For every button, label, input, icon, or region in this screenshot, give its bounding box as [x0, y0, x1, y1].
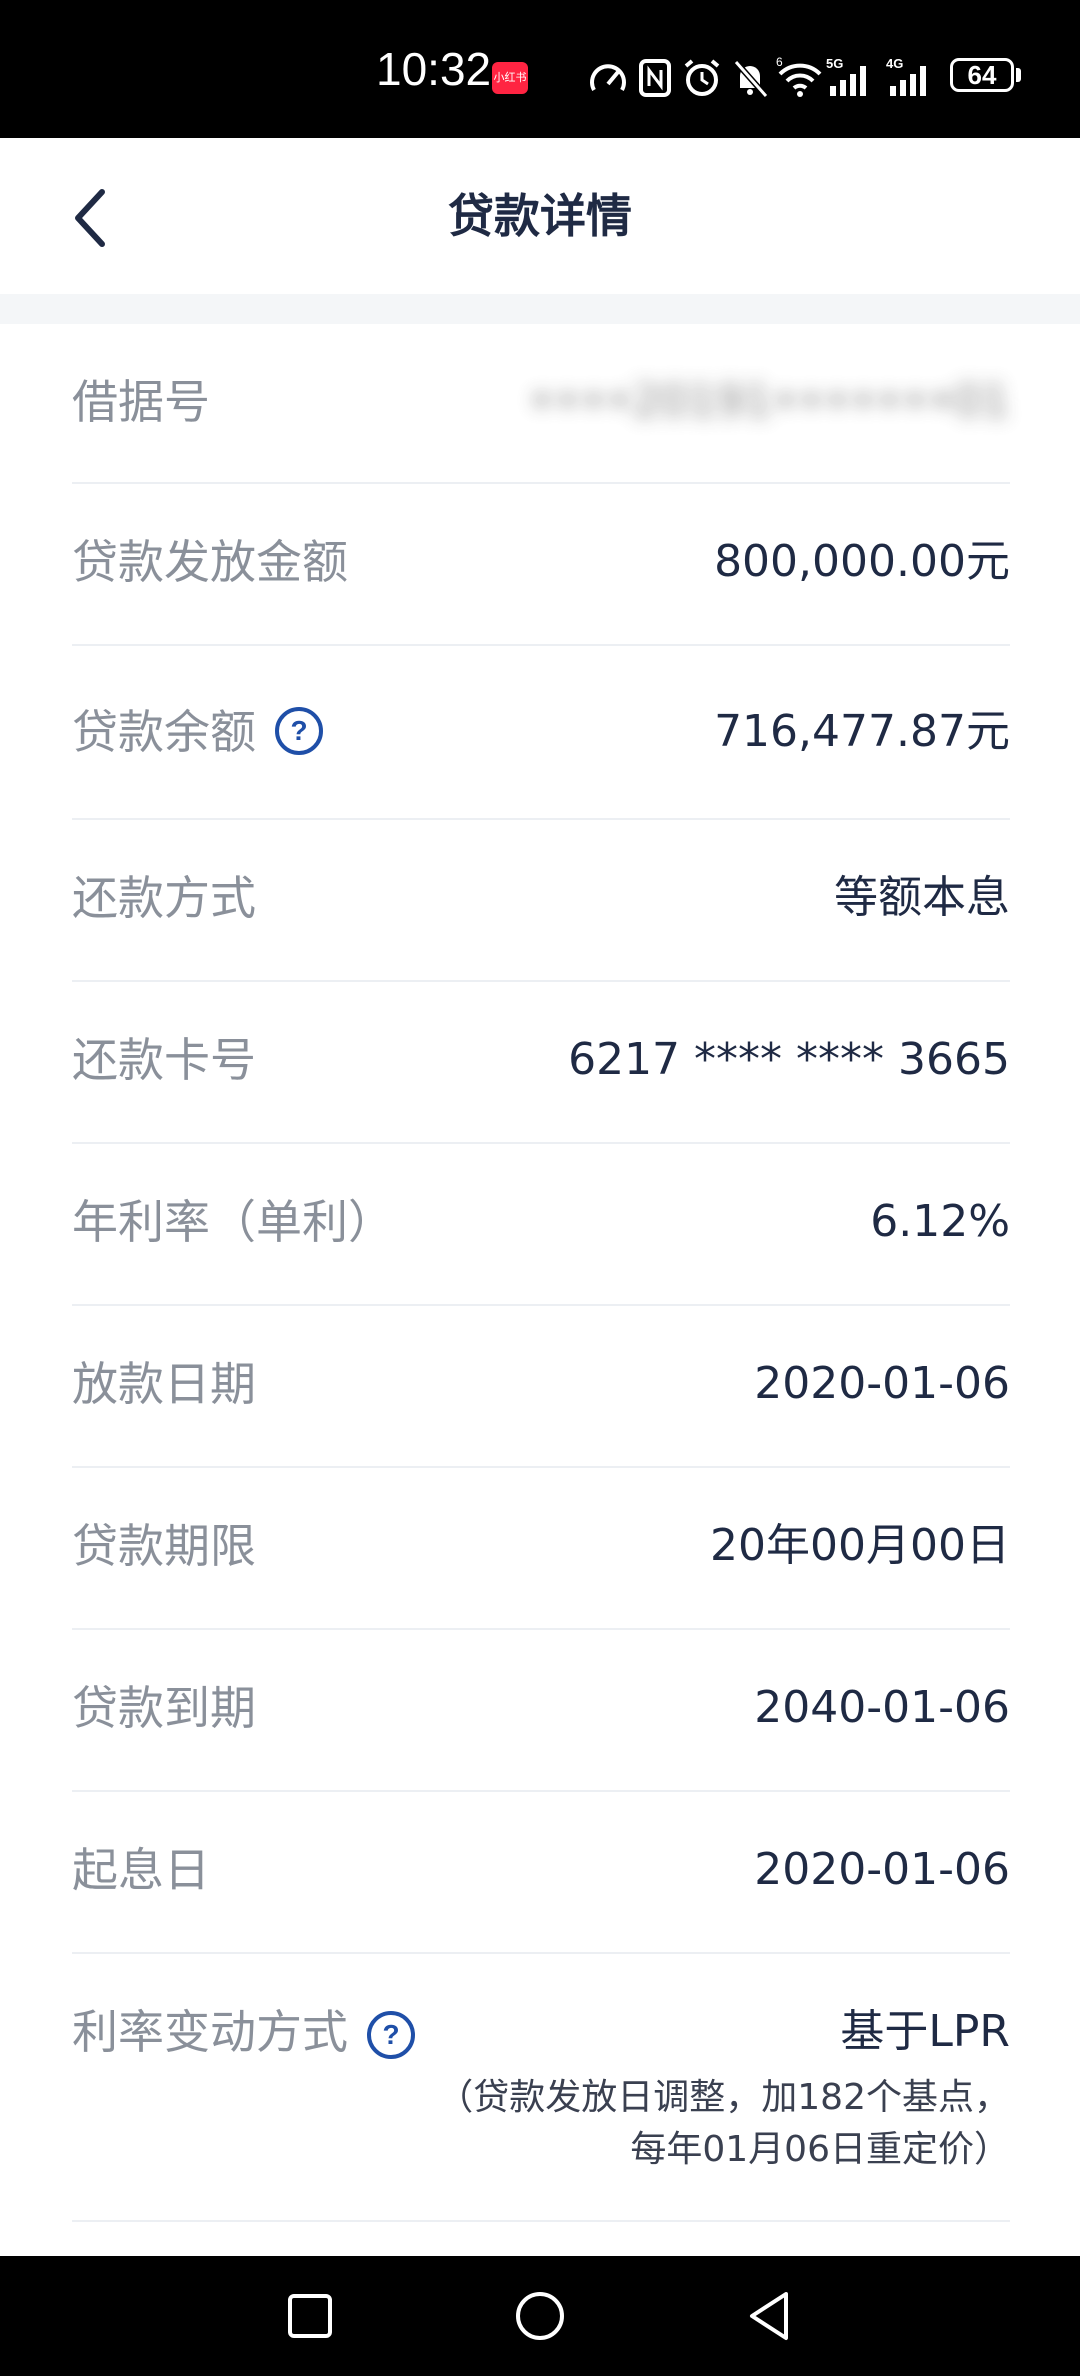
loan-number-value: ••••20191•••••••01: [528, 376, 1010, 427]
loan-balance-value: 716,477.87元: [714, 706, 1010, 757]
signal-4g-icon: 4G: [886, 56, 926, 96]
interest-start-date-value: 2020-01-06: [754, 1844, 1010, 1895]
row-label: 放款日期: [72, 1357, 256, 1411]
row-label: 贷款期限: [72, 1519, 256, 1573]
row-rate-change-method: 利率变动方式 ? 基于LPR （贷款发放日调整，加182个基点， 每年01月06…: [72, 1954, 1010, 2222]
row-repayment-method: 还款方式 等额本息: [72, 820, 1010, 982]
maturity-date-value: 2040-01-06: [754, 1682, 1010, 1733]
header-divider: [0, 294, 1080, 324]
help-icon[interactable]: ?: [366, 2010, 416, 2060]
row-label: 还款卡号: [72, 1033, 256, 1087]
repayment-card-value: 6217 **** **** 3665: [568, 1034, 1010, 1085]
row-disbursed-amount: 贷款发放金额 800,000.00元: [72, 484, 1010, 646]
recent-apps-icon[interactable]: [286, 2292, 334, 2340]
row-maturity-date: 贷款到期 2040-01-06: [72, 1630, 1010, 1792]
svg-text:?: ?: [382, 2019, 399, 2050]
row-label: 贷款发放金额: [72, 535, 348, 589]
app-badge-icon: 小红书: [492, 62, 528, 94]
row-label: 年利率（单利）: [72, 1195, 394, 1249]
header: 贷款详情: [0, 138, 1080, 294]
disbursed-amount-value: 800,000.00元: [714, 536, 1010, 587]
alarm-icon: [684, 59, 720, 96]
row-repayment-card: 还款卡号 6217 **** **** 3665: [72, 982, 1010, 1144]
battery-tip: [1016, 68, 1021, 82]
home-icon[interactable]: [514, 2290, 566, 2342]
row-interest-start-date: 起息日 2020-01-06: [72, 1792, 1010, 1954]
status-time: 10:32: [376, 43, 492, 95]
row-loan-term: 贷款期限 20年00月00日: [72, 1468, 1010, 1630]
loan-term-value: 20年00月00日: [710, 1520, 1010, 1571]
row-label: 利率变动方式: [72, 2005, 348, 2059]
rate-change-note-line2: 每年01月06日重定价）: [630, 2129, 1010, 2170]
nfc-icon: [639, 59, 671, 97]
row-loan-balance: 贷款余额 ? 716,477.87元: [72, 646, 1010, 820]
disbursement-date-value: 2020-01-06: [754, 1358, 1010, 1409]
status-bar: 10:32 小红书 6 5G 4G 64: [0, 0, 1080, 138]
signal-5g-icon: 5G: [826, 56, 866, 96]
row-label: 贷款到期: [72, 1681, 256, 1735]
row-label: 还款方式: [72, 871, 256, 925]
page-title: 贷款详情: [448, 189, 632, 243]
system-nav-bar: [0, 2256, 1080, 2376]
rate-change-method-value: 基于LPR: [840, 2006, 1010, 2057]
row-disbursement-date: 放款日期 2020-01-06: [72, 1306, 1010, 1468]
repayment-method-value: 等额本息: [834, 872, 1010, 923]
svg-text:4G: 4G: [886, 56, 903, 71]
row-annual-rate: 年利率（单利） 6.12%: [72, 1144, 1010, 1306]
row-loan-number: 借据号 ••••20191•••••••01: [72, 324, 1010, 484]
help-icon[interactable]: ?: [274, 706, 324, 756]
mute-icon: [733, 60, 769, 98]
row-label: 起息日: [72, 1843, 210, 1897]
speed-icon: [590, 64, 626, 91]
row-label: 借据号: [72, 375, 210, 429]
svg-text:6: 6: [776, 56, 783, 69]
battery-icon: 64: [950, 58, 1014, 92]
rate-change-note-line1: （贷款发放日调整，加182个基点，: [437, 2077, 1010, 2118]
row-label: 贷款余额: [72, 705, 256, 759]
svg-text:?: ?: [290, 715, 307, 746]
back-icon[interactable]: [746, 2290, 794, 2342]
wifi-6-icon: 6: [776, 56, 822, 97]
annual-rate-value: 6.12%: [870, 1196, 1010, 1247]
svg-text:5G: 5G: [826, 56, 843, 71]
